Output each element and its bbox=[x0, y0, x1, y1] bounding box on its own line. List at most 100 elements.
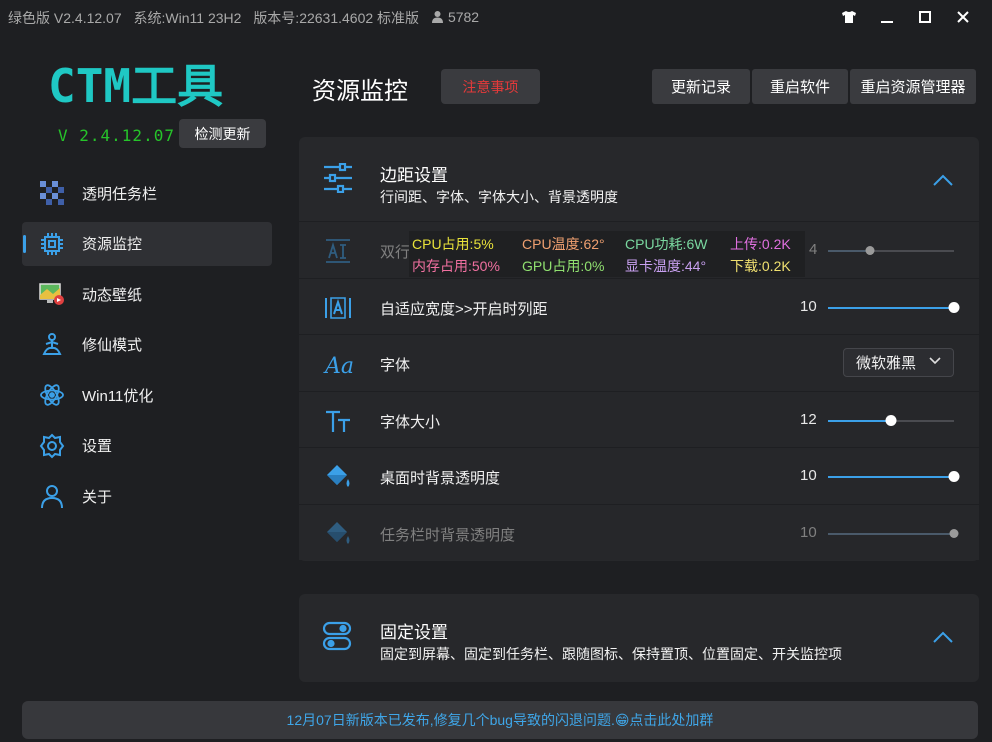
slider-knob[interactable] bbox=[949, 528, 959, 538]
wallpaper-icon bbox=[38, 280, 66, 308]
slider-knob[interactable] bbox=[948, 471, 960, 482]
chip-icon bbox=[38, 230, 66, 258]
row-label: 字体大小 bbox=[380, 413, 441, 431]
chevron-up-icon[interactable] bbox=[933, 630, 953, 646]
resource-monitor-overlay[interactable]: CPU占用:5% CPU温度:62° CPU功耗:6W 上传:0.2K 内存占用… bbox=[409, 231, 805, 277]
cpu-temp: CPU温度:62° bbox=[522, 236, 605, 252]
double-line-slider[interactable] bbox=[828, 246, 954, 255]
sliders-icon bbox=[321, 162, 355, 197]
row-label: 字体 bbox=[380, 357, 411, 374]
restart-app-button[interactable]: 重启软件 bbox=[752, 69, 848, 104]
system-text: 系统:Win11 23H2 bbox=[133, 10, 242, 26]
settings-row-desktop-opacity: 桌面时背景透明度 10 bbox=[299, 447, 979, 504]
panel-title: 固定设置 bbox=[380, 623, 448, 642]
version-label: V 2.4.12.07 bbox=[58, 126, 175, 145]
paint-bucket-icon bbox=[323, 519, 353, 549]
row-value: 10 bbox=[800, 297, 817, 315]
desktop-opacity-slider[interactable] bbox=[828, 471, 960, 482]
slider-knob[interactable] bbox=[885, 414, 897, 426]
user-count: 5782 bbox=[431, 9, 487, 25]
atom-icon bbox=[38, 381, 66, 409]
row-value: 4 bbox=[809, 241, 818, 258]
user-icon bbox=[431, 11, 443, 23]
settings-row-font-size: 字体大小 12 bbox=[299, 390, 979, 447]
maximize-button[interactable] bbox=[906, 4, 944, 30]
sidebar-item-win11-optimize[interactable]: Win11优化 bbox=[22, 373, 272, 417]
sidebar-item-cultivation-mode[interactable]: 修仙模式 bbox=[22, 323, 272, 367]
cpu-usage: CPU占用:5% bbox=[412, 236, 494, 252]
sidebar-item-transparent-taskbar[interactable]: 透明任务栏 bbox=[22, 171, 272, 215]
panel-subtitle: 固定到屏幕、固定到任务栏、跟随图标、保持置顶、位置固定、开关监控项 bbox=[380, 646, 842, 662]
row-label: 双行 bbox=[380, 244, 411, 261]
sidebar-item-label: 资源监控 bbox=[82, 236, 143, 253]
person-icon bbox=[38, 482, 66, 510]
skin-button[interactable] bbox=[830, 4, 868, 30]
changelog-button[interactable]: 更新记录 bbox=[652, 69, 750, 104]
minimize-button[interactable] bbox=[868, 4, 906, 30]
slider-fill bbox=[828, 419, 891, 422]
row-value: 12 bbox=[800, 410, 817, 428]
minimize-icon bbox=[881, 21, 893, 23]
svg-text:Aa: Aa bbox=[323, 354, 353, 379]
title-bar: 绿色版 V2.4.12.07 系统:Win11 23H2 版本号:22631.4… bbox=[0, 0, 992, 34]
restart-explorer-button[interactable]: 重启资源管理器 bbox=[850, 69, 976, 104]
meditation-icon bbox=[38, 331, 66, 359]
sidebar-item-resource-monitor[interactable]: 资源监控 bbox=[22, 221, 272, 266]
upload-speed: 上传:0.2K bbox=[730, 236, 791, 252]
slider-fill bbox=[828, 306, 954, 309]
check-update-button[interactable]: 检测更新 bbox=[179, 119, 266, 148]
maximize-icon bbox=[919, 11, 931, 23]
font-select-value: 微软雅黑 bbox=[856, 355, 917, 372]
font-icon: Aa bbox=[323, 349, 354, 379]
slider-fill bbox=[828, 476, 954, 478]
slider-knob[interactable] bbox=[865, 246, 875, 255]
gear-icon bbox=[38, 432, 66, 460]
width-icon bbox=[323, 293, 353, 323]
fixed-settings-panel: 固定设置 固定到屏幕、固定到任务栏、跟随图标、保持置顶、位置固定、开关监控项 bbox=[299, 594, 979, 682]
font-size-icon bbox=[323, 406, 353, 436]
sidebar-item-label: 关于 bbox=[82, 488, 113, 506]
build-text: 版本号:22631.4602 标准版 bbox=[253, 10, 420, 26]
column-spacing-slider[interactable] bbox=[828, 301, 960, 313]
sidebar-item-settings[interactable]: 设置 bbox=[22, 424, 272, 468]
header-actions: 更新记录 重启软件 重启资源管理器 bbox=[652, 69, 976, 104]
user-count-value: 5782 bbox=[447, 8, 480, 25]
font-size-slider[interactable] bbox=[828, 414, 954, 426]
slider-knob[interactable] bbox=[948, 301, 960, 313]
notice-button[interactable]: 注意事项 bbox=[441, 69, 540, 104]
cpu-power: CPU功耗:6W bbox=[625, 236, 708, 252]
sidebar-item-label: Win11优化 bbox=[82, 387, 154, 405]
download-speed: 下载:0.2K bbox=[730, 258, 791, 274]
slider-fill bbox=[828, 250, 870, 252]
fixed-settings-header[interactable]: 固定设置 固定到屏幕、固定到任务栏、跟随图标、保持置顶、位置固定、开关监控项 bbox=[299, 594, 979, 678]
font-select[interactable]: 微软雅黑 bbox=[843, 348, 954, 377]
settings-row-font: Aa 字体 微软雅黑 bbox=[299, 334, 979, 391]
sidebar-item-label: 透明任务栏 bbox=[82, 185, 158, 203]
panel-subtitle: 行间距、字体、字体大小、背景透明度 bbox=[380, 189, 618, 205]
gpu-temp: 显卡温度:44° bbox=[625, 258, 707, 274]
taskbar-opacity-slider[interactable] bbox=[828, 528, 959, 538]
app-logo: CTM工具 bbox=[46, 58, 252, 112]
sidebar-item-label: 设置 bbox=[82, 438, 113, 455]
sidebar-item-label: 修仙模式 bbox=[82, 337, 143, 354]
sidebar-item-about[interactable]: 关于 bbox=[22, 474, 272, 518]
row-label: 自适应宽度>>开启时列距 bbox=[380, 300, 548, 318]
announcement-bar[interactable]: 12月07日新版本已发布,修复几个bug导致的闪退问题.😁点击此处加群 bbox=[22, 701, 978, 739]
sidebar-item-dynamic-wallpaper[interactable]: 动态壁纸 bbox=[22, 272, 272, 316]
slider-fill bbox=[828, 532, 954, 535]
row-label: 桌面时背景透明度 bbox=[380, 470, 501, 487]
toggle-icon bbox=[321, 620, 355, 654]
sidebar-nav: 透明任务栏 资源监控 动态壁纸 修仙模式 Win11优化 设置 关于 bbox=[22, 171, 272, 525]
close-button[interactable] bbox=[944, 4, 982, 30]
margin-settings-header[interactable]: 边距设置 行间距、字体、字体大小、背景透明度 bbox=[299, 137, 979, 221]
logo-text: CTM工具 bbox=[48, 59, 223, 112]
settings-row-adaptive-width: 自适应宽度>>开启时列距 10 bbox=[299, 277, 979, 334]
margin-settings-panel: 边距设置 行间距、字体、字体大小、背景透明度 双行 4 自适应宽度>>开启时列距… bbox=[299, 137, 979, 561]
row-label: 任务栏时背景透明度 bbox=[380, 526, 516, 544]
system-info: 绿色版 V2.4.12.07 系统:Win11 23H2 版本号:22631.4… bbox=[8, 8, 495, 28]
tshirt-icon bbox=[842, 11, 856, 23]
panel-title: 边距设置 bbox=[380, 166, 448, 185]
memory-usage: 内存占用:50% bbox=[412, 258, 500, 274]
row-value: 10 bbox=[800, 467, 817, 484]
chevron-up-icon[interactable] bbox=[933, 173, 953, 189]
